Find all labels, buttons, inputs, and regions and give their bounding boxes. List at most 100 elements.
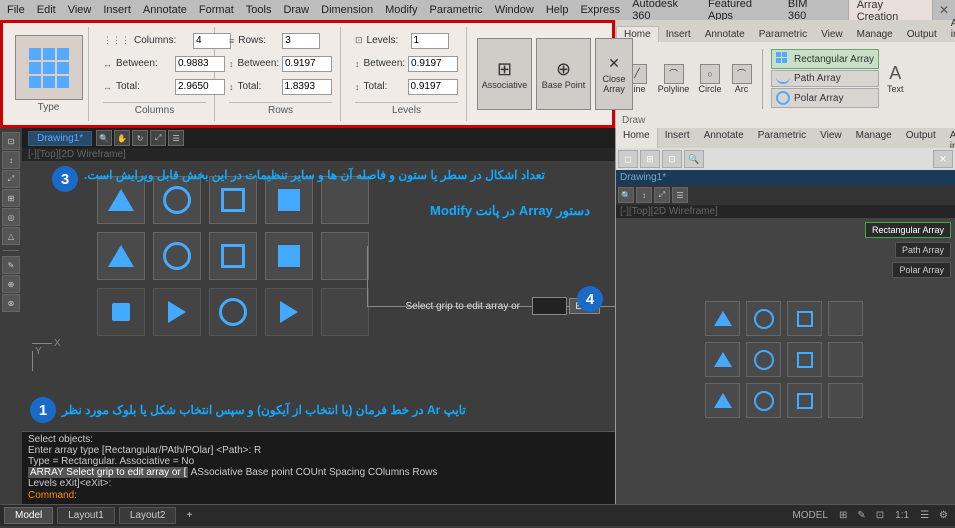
cmd-line-1: Select objects:	[28, 434, 609, 445]
rp-vt-btn-2[interactable]: ↕	[636, 187, 652, 203]
menu-express[interactable]: Express	[575, 4, 625, 16]
rp-polar-array-label[interactable]: Polar Array	[892, 262, 951, 278]
rp-vt-btn-4[interactable]: ☰	[672, 187, 688, 203]
tool-btn-8[interactable]: ⊕	[2, 275, 20, 293]
model-badge: MODEL	[788, 510, 832, 521]
right-panel: Home Insert Annotate Parametric View Man…	[615, 128, 955, 504]
output-tab[interactable]: Output	[900, 27, 944, 42]
add-layout-btn[interactable]: +	[180, 508, 198, 523]
rpanel-tab-view[interactable]: View	[813, 128, 849, 148]
rpanel-tab-output[interactable]: Output	[899, 128, 943, 148]
tool-btn-1[interactable]: ⊡	[2, 132, 20, 150]
vt-btn-zoom[interactable]: 🔍	[96, 130, 112, 146]
rp-rectangular-array-label: Rectangular Array	[865, 222, 951, 238]
tool-btn-2[interactable]: ↕	[2, 151, 20, 169]
status-icon-3[interactable]: ⊡	[873, 510, 887, 521]
layout2-tab[interactable]: Layout2	[119, 507, 177, 524]
menu-parametric[interactable]: Parametric	[425, 4, 488, 16]
menu-file[interactable]: File	[2, 4, 30, 16]
more-btn[interactable]: A Text	[887, 63, 904, 94]
annotation-3: 3 تعداد اشکال در سطر یا ستون و فاصله آن …	[52, 166, 545, 192]
rpanel-tab-addins[interactable]: Add-ins	[943, 128, 955, 148]
base-point-btn[interactable]: ⊕ Base Point	[536, 38, 591, 110]
manage-tab[interactable]: Manage	[850, 27, 900, 42]
tool-btn-4[interactable]: ⊞	[2, 189, 20, 207]
total-lev-input[interactable]	[408, 79, 458, 95]
tool-btn-6[interactable]: △	[2, 227, 20, 245]
menu-window[interactable]: Window	[490, 4, 539, 16]
circle-btn[interactable]: ○ Circle	[695, 64, 725, 94]
addins-tab[interactable]: Add-ins	[944, 16, 955, 42]
total-row-input[interactable]	[282, 79, 332, 95]
annotation-4-bubble: 4	[577, 286, 603, 312]
status-icon-4[interactable]: ☰	[917, 510, 932, 521]
vt-btn-orbit[interactable]: ↻	[132, 130, 148, 146]
annotate-tab[interactable]: Annotate	[698, 27, 752, 42]
view-tab[interactable]: View	[814, 27, 850, 42]
menu-annotate[interactable]: Annotate	[138, 4, 192, 16]
menu-help[interactable]: Help	[541, 4, 574, 16]
rpanel-tab-insert[interactable]: Insert	[658, 128, 697, 148]
rp-vt-btn-1[interactable]: 🔍	[618, 187, 634, 203]
vt-btn-extents[interactable]: ⤢	[150, 130, 166, 146]
rp-path-array-label[interactable]: Path Array	[895, 242, 951, 258]
rpanel-tab-manage[interactable]: Manage	[849, 128, 899, 148]
tool-btn-3[interactable]: ⤢	[2, 170, 20, 188]
total-row-label: Total:	[238, 81, 278, 92]
status-icon-5[interactable]: ⚙	[936, 510, 951, 521]
rp-tool-3[interactable]: ⊡	[662, 150, 682, 168]
drawing-title: Drawing1*	[28, 131, 92, 146]
featured-apps-tab[interactable]: Featured Apps	[703, 0, 781, 22]
grip-input-field[interactable]	[532, 297, 567, 315]
vt-btn-pan[interactable]: ✋	[114, 130, 130, 146]
levels-section-label: Levels	[355, 102, 458, 116]
rows-input[interactable]	[282, 33, 320, 49]
rp-tool-1[interactable]: ◻	[618, 150, 638, 168]
tool-btn-9[interactable]: ⊗	[2, 294, 20, 312]
status-bar: Model Layout1 Layout2 + MODEL ⊞ ✎ ⊡ 1:1 …	[0, 504, 955, 526]
vt-btn-named[interactable]: ☰	[168, 130, 184, 146]
menu-dimension[interactable]: Dimension	[316, 4, 378, 16]
menu-draw[interactable]: Draw	[278, 4, 314, 16]
status-icon-1[interactable]: ⊞	[836, 510, 850, 521]
anno1-text: تایپ Ar در خط فرمان (یا انتخاب از آیکون)…	[62, 401, 466, 419]
status-icon-2[interactable]: ✎	[854, 510, 868, 521]
cmd-input[interactable]	[77, 489, 609, 502]
total-col-input[interactable]	[175, 79, 225, 95]
model-tab[interactable]: Model	[4, 507, 53, 524]
rp-tool-2[interactable]: ⊞	[640, 150, 660, 168]
menu-edit[interactable]: Edit	[32, 4, 61, 16]
rectangular-array-btn[interactable]: Rectangular Array	[771, 49, 879, 69]
polyline-btn[interactable]: ⌒ Polyline	[656, 64, 691, 94]
layout1-tab[interactable]: Layout1	[57, 507, 115, 524]
levels-input[interactable]	[411, 33, 449, 49]
menu-tools[interactable]: Tools	[241, 4, 277, 16]
associative-btn[interactable]: ⊞ Associative	[477, 38, 532, 110]
menu-insert[interactable]: Insert	[98, 4, 136, 16]
rp-tool-4[interactable]: 🔍	[684, 150, 704, 168]
rpanel-tab-home[interactable]: Home	[616, 128, 658, 148]
between-col-input[interactable]	[175, 56, 225, 72]
menu-view[interactable]: View	[63, 4, 97, 16]
rectangular-type-btn[interactable]	[15, 35, 83, 100]
polar-array-btn[interactable]: Polar Array	[771, 88, 879, 108]
between-row-input[interactable]	[282, 56, 332, 72]
insert-tab[interactable]: Insert	[659, 27, 698, 42]
adsk360-tab[interactable]: Autodesk 360	[627, 0, 701, 22]
tool-btn-7[interactable]: ✎	[2, 256, 20, 274]
tool-btn-5[interactable]: ◎	[2, 208, 20, 226]
menu-modify[interactable]: Modify	[380, 4, 422, 16]
rows-label: Rows:	[238, 35, 278, 46]
rp-close-btn[interactable]: ✕	[933, 150, 953, 168]
rpanel-tab-parametric[interactable]: Parametric	[751, 128, 813, 148]
bim360-tab[interactable]: BIM 360	[783, 0, 832, 22]
rp-vt-btn-3[interactable]: ⤢	[654, 187, 670, 203]
close-array-btn[interactable]: ✕ Close Array	[595, 38, 633, 110]
menu-format[interactable]: Format	[194, 4, 239, 16]
parametric-tab[interactable]: Parametric	[752, 27, 814, 42]
close-window-btn[interactable]: ✕	[935, 3, 953, 17]
arc-btn[interactable]: ⌒ Arc	[729, 64, 754, 94]
between-lev-input[interactable]	[408, 56, 458, 72]
path-array-btn[interactable]: Path Array	[771, 70, 879, 87]
rpanel-tab-annotate[interactable]: Annotate	[697, 128, 751, 148]
